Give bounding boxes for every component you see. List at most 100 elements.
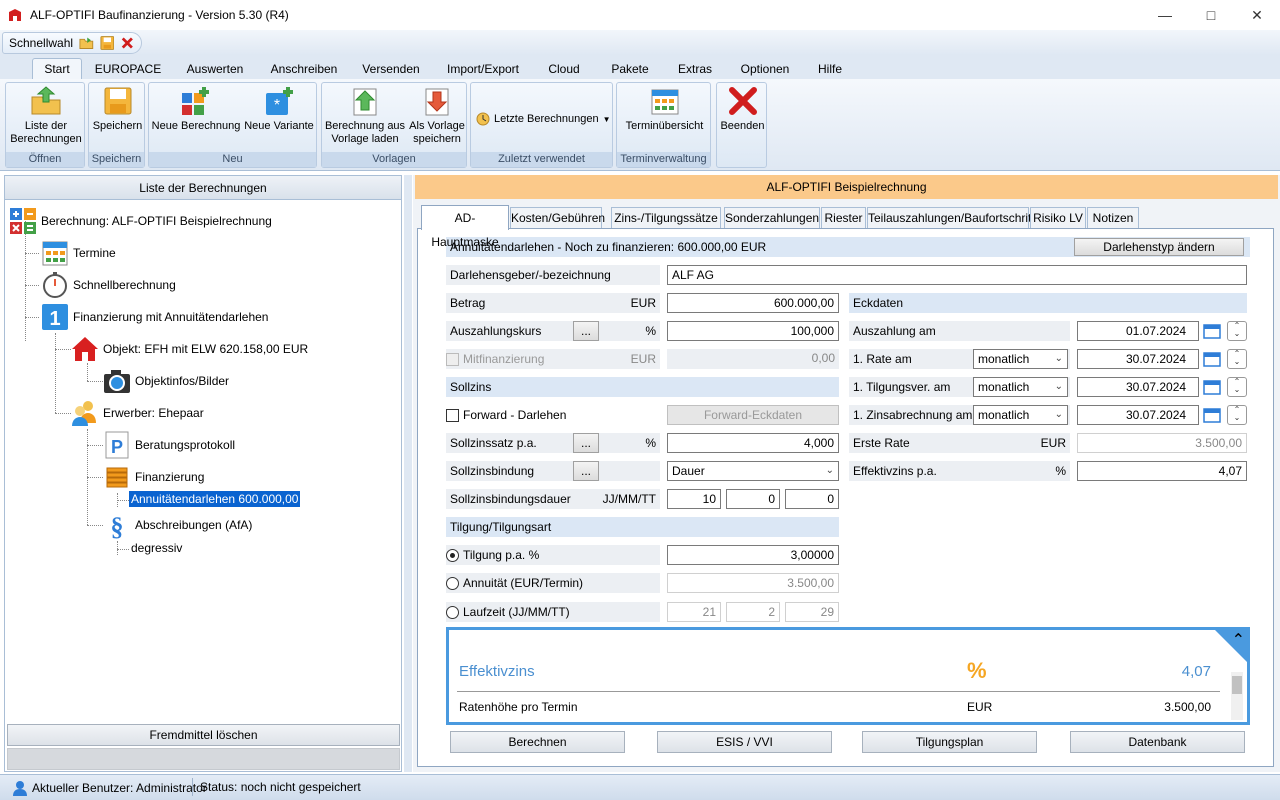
tab-sonderzahlungen[interactable]: Sonderzahlungen	[724, 207, 820, 229]
tilgung-radio[interactable]: Tilgung p.a. %	[446, 545, 539, 565]
save-icon[interactable]	[100, 35, 115, 51]
sollzinsbindung-mm-input[interactable]: 0	[726, 489, 780, 509]
zinsabrechnung-period-select[interactable]: monatlich ⌄	[973, 405, 1068, 425]
auszahlung-am-input[interactable]: 01.07.2024	[1077, 321, 1199, 341]
calendar-icon[interactable]	[1203, 323, 1221, 339]
berechnen-button[interactable]: Berechnen	[450, 731, 625, 753]
tilgungsver-input[interactable]: 30.07.2024	[1077, 377, 1199, 397]
tree-node-termine[interactable]: Termine	[41, 239, 116, 267]
sollzinsbindung-jj-input[interactable]: 10	[667, 489, 721, 509]
tab-hilfe[interactable]: Hilfe	[808, 58, 852, 79]
minimize-button[interactable]: —	[1142, 0, 1188, 30]
tilgungsver-spinner[interactable]: ⌃ ⌄	[1227, 377, 1247, 397]
tilgungsplan-button[interactable]: Tilgungsplan	[862, 731, 1037, 753]
users-icon	[72, 401, 96, 426]
beenden-button[interactable]: Beenden	[719, 85, 766, 133]
tab-risiko-lv[interactable]: Risiko LV	[1030, 207, 1086, 229]
liste-berechnungen-button[interactable]: Liste der Berechnungen	[8, 85, 84, 146]
annuitaet-input[interactable]: 3.500,00	[667, 573, 839, 593]
erste-rate-label: Erste Rate EUR	[849, 433, 1070, 453]
tab-extras[interactable]: Extras	[670, 58, 720, 79]
rate-am-input[interactable]: 30.07.2024	[1077, 349, 1199, 369]
forward-eckdaten-button[interactable]: Forward-Eckdaten	[667, 405, 839, 425]
calendar-icon[interactable]	[1203, 407, 1221, 423]
sollzinssatz-input[interactable]: 4,000	[667, 433, 839, 453]
sollzinsbindung-select[interactable]: Dauer ⌄	[667, 461, 839, 481]
tree-node-schnellberechnung[interactable]: Schnellberechnung	[41, 271, 176, 299]
summary-scrollbar[interactable]	[1231, 672, 1243, 720]
tab-europace[interactable]: EUROPACE	[92, 58, 164, 79]
tree-node-objektinfos[interactable]: Objektinfos/Bilder	[103, 367, 229, 395]
calculation-detail-panel: ALF-OPTIFI Beispielrechnung AD-Hauptmask…	[413, 175, 1280, 772]
sollzinsbindung-dots-button[interactable]: ...	[573, 461, 599, 481]
auszahlungskurs-input[interactable]: 100,000	[667, 321, 839, 341]
esis-vvi-button[interactable]: ESIS / VVI	[657, 731, 832, 753]
tab-import-export[interactable]: Import/Export	[440, 58, 526, 79]
tree-node-finanzierung-annuitaet[interactable]: 1 Finanzierung mit Annuitätendarlehen	[41, 303, 268, 331]
tree-label-berechnung: Berechnung: ALF-OPTIFI Beispielrechnung	[41, 214, 272, 228]
tab-optionen[interactable]: Optionen	[734, 58, 796, 79]
speichern-button[interactable]: Speichern	[91, 85, 144, 133]
zinsabrechnung-spinner[interactable]: ⌃ ⌄	[1227, 405, 1247, 425]
tree-node-annuitaetendarlehen[interactable]: Annuitätendarlehen 600.000,00	[129, 491, 301, 507]
fremdmittel-loeschen-button[interactable]: Fremdmittel löschen	[7, 724, 400, 746]
tree-node-berechnung[interactable]: Berechnung: ALF-OPTIFI Beispielrechnung	[9, 207, 272, 235]
tab-auswerten[interactable]: Auswerten	[180, 58, 250, 79]
mitfinanzierung-label: Mitfinanzierung	[463, 352, 545, 366]
tab-teilauszahlungen[interactable]: Teilauszahlungen/Baufortschritt	[867, 207, 1035, 229]
tab-zins-tilgungssaetze[interactable]: Zins-/Tilgungssätze	[611, 207, 721, 229]
tab-riester[interactable]: Riester	[821, 207, 866, 229]
auszahlung-am-spinner[interactable]: ⌃ ⌄	[1227, 321, 1247, 341]
tab-ad-hauptmaske[interactable]: AD-Hauptmaske	[421, 205, 509, 249]
tilgungsver-period-select[interactable]: monatlich ⌄	[973, 377, 1068, 397]
darlehensgeber-input[interactable]: ALF AG	[667, 265, 1247, 285]
tab-start[interactable]: Start	[32, 58, 82, 79]
sollzinssatz-dots-button[interactable]: ...	[573, 433, 599, 453]
tilgung-input[interactable]: 3,00000	[667, 545, 839, 565]
tree-node-erwerber[interactable]: Erwerber: Ehepaar	[71, 399, 204, 427]
collapse-icon[interactable]: ⌃	[1232, 630, 1245, 650]
maximize-button[interactable]: □	[1188, 0, 1234, 30]
ad-hauptmaske-form: Annuitätendarlehen - Noch zu finanzieren…	[417, 228, 1274, 767]
tree-node-degressiv[interactable]: degressiv	[131, 541, 182, 555]
annuitaet-radio[interactable]: Annuität (EUR/Termin)	[446, 573, 583, 593]
tab-pakete[interactable]: Pakete	[604, 58, 656, 79]
close-button[interactable]: ✕	[1234, 0, 1280, 30]
rate-am-spinner[interactable]: ⌃ ⌄	[1227, 349, 1247, 369]
laufzeit-jj-input[interactable]: 21	[667, 602, 721, 622]
calendar-icon[interactable]	[1203, 351, 1221, 367]
panel-splitter[interactable]	[404, 175, 412, 772]
neue-berechnung-button[interactable]: Neue Berechnung	[151, 85, 241, 133]
laufzeit-tt-input[interactable]: 29	[785, 602, 839, 622]
tree-node-objekt[interactable]: Objekt: EFH mit ELW 620.158,00 EUR	[71, 335, 308, 363]
auszahlungskurs-dots-button[interactable]: ...	[573, 321, 599, 341]
vorlage-speichern-button[interactable]: Als Vorlage speichern	[408, 85, 466, 146]
open-folder-icon[interactable]	[79, 35, 94, 51]
tab-anschreiben[interactable]: Anschreiben	[266, 58, 342, 79]
letzte-berechnungen-dropdown[interactable]: Letzte Berechnungen ▼	[475, 111, 611, 127]
tree-node-beratungsprotokoll[interactable]: P Beratungsprotokoll	[103, 431, 235, 459]
sollzinsbindung-tt-input[interactable]: 0	[785, 489, 839, 509]
neue-variante-button[interactable]: * Neue Variante	[243, 85, 315, 133]
zinsabrechnung-input[interactable]: 30.07.2024	[1077, 405, 1199, 425]
tab-notizen[interactable]: Notizen	[1087, 207, 1139, 229]
betrag-input[interactable]: 600.000,00	[667, 293, 839, 313]
datenbank-button[interactable]: Datenbank	[1070, 731, 1245, 753]
terminuebersicht-button[interactable]: Terminübersicht	[619, 85, 710, 133]
darlehenstyp-aendern-button[interactable]: Darlehenstyp ändern	[1074, 238, 1244, 256]
mitfinanzierung-input[interactable]: 0,00	[667, 349, 839, 369]
laufzeit-mm-input[interactable]: 2	[726, 602, 780, 622]
rate-am-period-select[interactable]: monatlich ⌄	[973, 349, 1068, 369]
delete-icon[interactable]	[120, 35, 135, 51]
tree-node-abschreibungen[interactable]: § Abschreibungen (AfA)	[103, 511, 253, 539]
tab-kosten-gebuehren[interactable]: Kosten/Gebühren	[510, 207, 605, 229]
calendar-icon[interactable]	[1203, 379, 1221, 395]
mitfinanzierung-checkbox[interactable]: Mitfinanzierung	[446, 349, 544, 369]
laufzeit-radio[interactable]: Laufzeit (JJ/MM/TT)	[446, 602, 570, 622]
tree-label-objektinfos: Objektinfos/Bilder	[135, 374, 230, 388]
tab-cloud[interactable]: Cloud	[540, 58, 588, 79]
tree-node-finanzierung[interactable]: Finanzierung	[103, 463, 204, 491]
tab-versenden[interactable]: Versenden	[358, 58, 424, 79]
forward-darlehen-checkbox[interactable]: Forward - Darlehen	[446, 405, 566, 425]
vorlage-laden-button[interactable]: Berechnung aus Vorlage laden	[324, 85, 406, 146]
